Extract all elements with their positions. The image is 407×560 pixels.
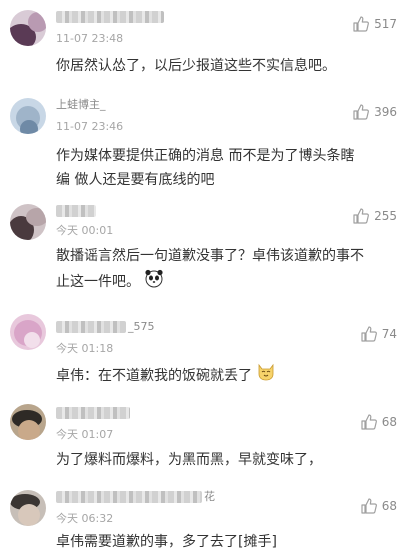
thumbs-up-icon [361, 498, 377, 514]
comment-text: 卓伟需要道歉的事，多了去了[摊手] [56, 534, 277, 550]
like-count: 68 [381, 499, 397, 513]
username[interactable]: _575 [56, 320, 155, 334]
avatar[interactable] [10, 404, 46, 440]
avatar[interactable] [10, 490, 46, 526]
comment-list: 11-07 23:48 517 你居然认怂了，以后少报道这些不实信息吧。 上蛙博… [0, 0, 407, 560]
username[interactable]: 花 [56, 490, 215, 504]
username[interactable] [56, 406, 130, 420]
comment-text: 卓伟：在不道歉我的饭碗就丢了 [56, 362, 366, 390]
thumbs-up-icon [353, 208, 370, 224]
username[interactable]: 上蛙博主_ [56, 98, 106, 112]
comment-item: _575 今天 01:18 74 卓伟：在不道歉我的饭碗就丢了 [0, 306, 407, 396]
thumbs-up-icon [353, 104, 370, 120]
like-count: 74 [381, 327, 397, 341]
like-count: 517 [374, 17, 397, 31]
comment-text: 你居然认怂了，以后少报道这些不实信息吧。 [56, 58, 336, 74]
comment-item: 今天 00:01 255 散播谣言然后一句道歉没事了？卓伟该道歉的事不止这一件吧… [0, 198, 407, 306]
like-count: 255 [374, 209, 397, 223]
timestamp: 今天 01:07 [56, 428, 114, 441]
avatar[interactable] [10, 204, 46, 240]
like-button[interactable]: 396 [352, 102, 397, 122]
like-button[interactable]: 68 [360, 412, 397, 432]
like-count: 68 [381, 415, 397, 429]
username[interactable] [56, 10, 164, 24]
timestamp: 11-07 23:48 [56, 32, 124, 45]
like-button[interactable]: 255 [352, 206, 397, 226]
avatar[interactable] [10, 314, 46, 350]
panda-emoji-icon [144, 268, 164, 296]
like-button[interactable]: 68 [360, 496, 397, 516]
timestamp: 今天 06:32 [56, 512, 114, 525]
emoji-tag: [摊手] [238, 534, 277, 550]
username[interactable] [56, 204, 96, 218]
thumbs-up-icon [361, 326, 377, 342]
comment-item: 花 今天 06:32 68 卓伟需要道歉的事，多了去了[摊手] [0, 484, 407, 560]
like-count: 396 [374, 105, 397, 119]
thumbs-up-icon [361, 414, 377, 430]
comment-text: 散播谣言然后一句道歉没事了？卓伟该道歉的事不止这一件吧。 [56, 244, 366, 296]
like-button[interactable]: 517 [352, 14, 397, 34]
comment-item: 上蛙博主_ 11-07 23:46 396 作为媒体要提供正确的消息 而不是为了… [0, 88, 407, 198]
comment-item: 今天 01:07 68 为了爆料而爆料，为黑而黑，早就变味了， [0, 396, 407, 484]
timestamp: 11-07 23:46 [56, 120, 124, 133]
avatar[interactable] [10, 98, 46, 134]
comment-text: 为了爆料而爆料，为黑而黑，早就变味了， [56, 452, 322, 468]
avatar[interactable] [10, 10, 46, 46]
comment-text: 作为媒体要提供正确的消息 而不是为了博头条瞎编 做人还是要有底线的吧 [56, 148, 355, 188]
thumbs-up-icon [353, 16, 370, 32]
timestamp: 今天 01:18 [56, 342, 114, 355]
like-button[interactable]: 74 [360, 324, 397, 344]
cat-emoji-icon [256, 362, 276, 390]
timestamp: 今天 00:01 [56, 224, 114, 237]
comment-item: 11-07 23:48 517 你居然认怂了，以后少报道这些不实信息吧。 [0, 0, 407, 88]
